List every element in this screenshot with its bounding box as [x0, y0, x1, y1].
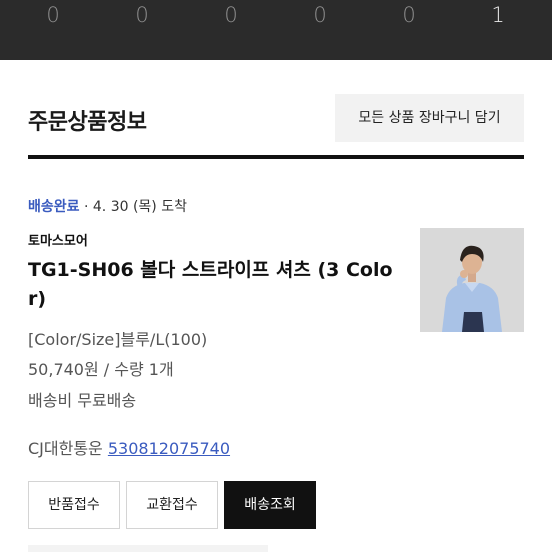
delivery-date: 4. 30 (목) 도착: [92, 199, 187, 215]
status-count-6[interactable]: 1: [478, 3, 518, 27]
product-option: [Color/Size]블루/L(100): [28, 330, 208, 349]
courier-name: CJ대한통운: [28, 439, 103, 458]
exchange-request-button[interactable]: 교환접수: [126, 481, 218, 529]
courier-info: CJ대한통운 530812075740: [28, 435, 230, 459]
status-count-1[interactable]: 0: [33, 3, 73, 27]
delivery-status: 배송완료: [28, 199, 80, 215]
next-card-edge: [28, 545, 268, 552]
status-count-3[interactable]: 0: [211, 3, 251, 27]
order-status-strip: 0 0 0 0 0 1: [0, 0, 552, 60]
tracking-number-link[interactable]: 530812075740: [108, 439, 230, 458]
product-name[interactable]: TG1-SH06 볼다 스트라이프 셔츠 (3 Color): [28, 256, 403, 314]
section-divider: [28, 155, 524, 159]
track-delivery-button[interactable]: 배송조회: [224, 481, 316, 529]
product-image[interactable]: [420, 228, 524, 332]
delivery-info: 배송완료 · 4. 30 (목) 도착: [28, 196, 187, 216]
shipping-fee: 배송비 무료배송: [28, 391, 137, 410]
section-title: 주문상품정보: [28, 110, 147, 135]
product-photo-illustration: [420, 228, 524, 332]
brand-name[interactable]: 토마스모어: [28, 230, 88, 249]
add-all-to-cart-button[interactable]: 모든 상품 장바구니 담기: [335, 94, 524, 142]
return-request-button[interactable]: 반품접수: [28, 481, 120, 529]
status-count-5[interactable]: 0: [389, 3, 429, 27]
delivery-separator: ·: [79, 199, 93, 215]
status-count-2[interactable]: 0: [122, 3, 162, 27]
product-price-quantity: 50,740원 / 수량 1개: [28, 360, 174, 379]
status-count-4[interactable]: 0: [300, 3, 340, 27]
